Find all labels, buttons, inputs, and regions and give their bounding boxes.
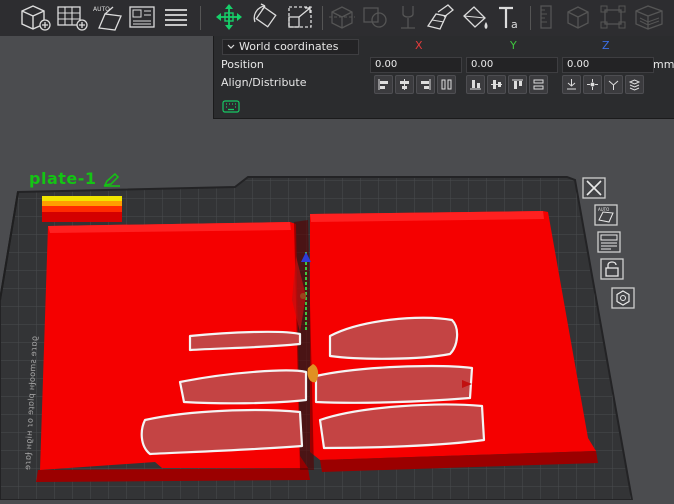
keyboard-shortcuts-icon[interactable] xyxy=(222,98,240,113)
axis-y-label: Y xyxy=(510,39,517,52)
auto-orient-icon[interactable]: AUTO xyxy=(91,2,125,32)
move-gizmo-panel: World coordinates X Y Z Position 0.00 0.… xyxy=(213,36,674,119)
distribute-y-button[interactable] xyxy=(529,75,548,94)
add-cube-icon[interactable] xyxy=(18,2,52,32)
toolbar-separator xyxy=(530,6,531,30)
support-paint-icon[interactable] xyxy=(393,2,423,32)
coordinate-system-value: World coordinates xyxy=(239,40,339,53)
text-icon[interactable]: a xyxy=(495,2,525,32)
lock-plate-icon[interactable] xyxy=(599,257,625,281)
plate-origin-icon[interactable] xyxy=(610,286,636,310)
plate-name-label[interactable]: plate-1 xyxy=(29,169,121,188)
main-toolbar: AUTO a xyxy=(0,0,674,36)
svg-text:AUTO: AUTO xyxy=(598,207,609,212)
plate-layout-icon[interactable] xyxy=(127,2,157,32)
scale-icon[interactable] xyxy=(286,2,316,32)
plate-settings-icon[interactable] xyxy=(596,230,622,254)
mesh-boolean-icon[interactable] xyxy=(360,2,390,32)
coordinate-system-dropdown[interactable]: World coordinates xyxy=(222,39,359,55)
plate-name: plate-1 xyxy=(29,169,97,188)
chevron-down-icon xyxy=(227,44,235,49)
grid-arrange-icon[interactable] xyxy=(55,2,89,32)
align-left-button[interactable] xyxy=(374,75,393,94)
toolbar-separator xyxy=(200,6,201,30)
drop-to-bed-button[interactable] xyxy=(562,75,581,94)
align-distribute-label: Align/Distribute xyxy=(221,76,307,89)
cut-icon[interactable] xyxy=(327,2,357,32)
distribute-x-button[interactable] xyxy=(437,75,456,94)
list-objects-icon[interactable] xyxy=(161,2,191,32)
auto-arrange-plate-icon[interactable]: AUTO xyxy=(593,203,619,227)
center-object-button[interactable] xyxy=(583,75,602,94)
axis-z-label: Z xyxy=(602,39,610,52)
stack-objects-button[interactable] xyxy=(625,75,644,94)
position-z-input[interactable]: 0.00 xyxy=(562,57,654,73)
position-y-input[interactable]: 0.00 xyxy=(466,57,558,73)
svg-text:a: a xyxy=(511,18,518,31)
rotate-icon[interactable] xyxy=(249,2,283,32)
align-pivot-button[interactable] xyxy=(604,75,623,94)
measure-icon[interactable] xyxy=(532,2,560,32)
align-center-x-button[interactable] xyxy=(395,75,414,94)
edit-pencil-icon[interactable] xyxy=(103,172,121,187)
position-x-input[interactable]: 0.00 xyxy=(370,57,462,73)
move-icon[interactable] xyxy=(212,2,246,32)
position-label: Position xyxy=(221,58,264,71)
align-bottom-button[interactable] xyxy=(466,75,485,94)
filament-stack xyxy=(42,196,122,222)
unit-label: mm xyxy=(653,58,674,71)
align-center-y-button[interactable] xyxy=(487,75,506,94)
layers-icon[interactable] xyxy=(632,2,666,32)
brim-ears-icon[interactable] xyxy=(598,2,628,32)
axis-x-label: X xyxy=(415,39,423,52)
seam-paint-icon[interactable] xyxy=(424,2,456,32)
toolbar-separator xyxy=(322,6,323,30)
align-right-button[interactable] xyxy=(416,75,435,94)
color-paint-icon[interactable] xyxy=(458,2,492,32)
close-plate-icon[interactable] xyxy=(581,176,607,200)
align-top-button[interactable] xyxy=(508,75,527,94)
assembly-icon[interactable] xyxy=(563,2,593,32)
